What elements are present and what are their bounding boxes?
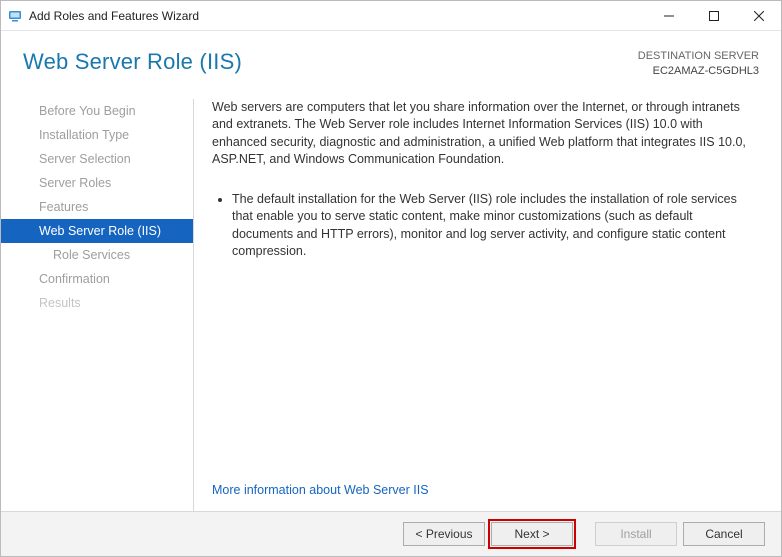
sidebar-item-features[interactable]: Features [1,195,193,219]
titlebar: Add Roles and Features Wizard [1,1,781,31]
sidebar-item-before-you-begin[interactable]: Before You Begin [1,99,193,123]
button-gap [579,522,589,546]
content-panel: Web servers are computers that let you s… [212,89,759,511]
previous-button[interactable]: < Previous [403,522,485,546]
destination-server: DESTINATION SERVER EC2AMAZ-C5GDHL3 [638,49,759,79]
maximize-button[interactable] [691,1,736,30]
bullet-list: The default installation for the Web Ser… [212,191,753,271]
sidebar-item-confirmation[interactable]: Confirmation [1,267,193,291]
cancel-button[interactable]: Cancel [683,522,765,546]
sidebar-item-server-roles[interactable]: Server Roles [1,171,193,195]
destination-value: EC2AMAZ-C5GDHL3 [638,64,759,79]
close-button[interactable] [736,1,781,30]
install-button: Install [595,522,677,546]
window-controls [646,1,781,30]
content-spacer [212,271,753,483]
sidebar-item-web-server-role[interactable]: Web Server Role (IIS) [1,219,193,243]
more-info-link[interactable]: More information about Web Server IIS [212,483,753,497]
bullet-item: The default installation for the Web Ser… [232,191,753,261]
window-title: Add Roles and Features Wizard [29,9,646,23]
minimize-button[interactable] [646,1,691,30]
body-region: Before You Begin Installation Type Serve… [1,89,781,511]
sidebar-item-server-selection[interactable]: Server Selection [1,147,193,171]
next-button[interactable]: Next > [491,522,573,546]
sidebar-item-results: Results [1,291,193,315]
sidebar-item-role-services[interactable]: Role Services [1,243,193,267]
header-region: Web Server Role (IIS) DESTINATION SERVER… [1,31,781,89]
sidebar: Before You Begin Installation Type Serve… [1,89,193,511]
vertical-separator [193,99,194,511]
sidebar-item-installation-type[interactable]: Installation Type [1,123,193,147]
footer: < Previous Next > Install Cancel [1,511,781,556]
server-manager-icon [7,8,23,24]
intro-text: Web servers are computers that let you s… [212,99,753,169]
destination-label: DESTINATION SERVER [638,49,759,64]
wizard-window: Add Roles and Features Wizard Web Server… [0,0,782,557]
page-title: Web Server Role (IIS) [23,49,638,75]
